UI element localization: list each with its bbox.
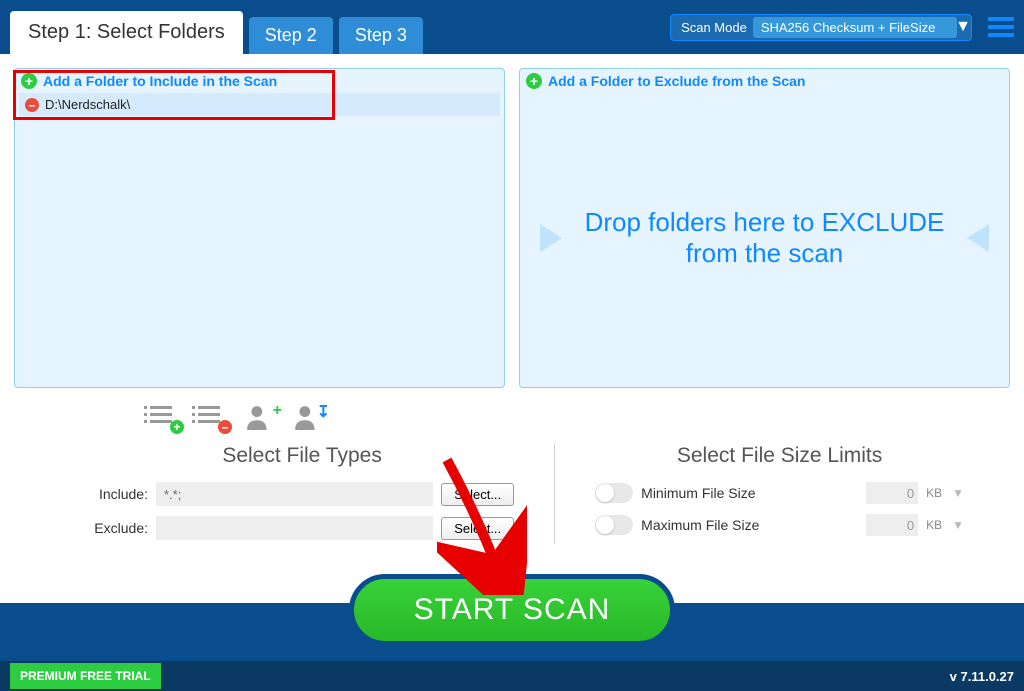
add-exclude-folder[interactable]: + Add a Folder to Exclude from the Scan	[520, 69, 1009, 93]
add-include-folder[interactable]: + Add a Folder to Include in the Scan	[15, 69, 504, 93]
drop-message: Drop folders here to EXCLUDE from the sc…	[572, 207, 957, 269]
max-size-unit: KB	[926, 518, 944, 532]
scan-mode-label: Scan Mode	[681, 20, 747, 35]
arrow-right-icon	[540, 224, 562, 252]
footer: PREMIUM FREE TRIAL v 7.11.0.27	[0, 661, 1024, 691]
topbar-right: Scan Mode SHA256 Checksum + FileSize ▲▼	[670, 14, 1014, 41]
start-scan-wrap: START SCAN	[0, 574, 1024, 646]
exclude-panel: + Add a Folder to Exclude from the Scan …	[519, 68, 1010, 388]
drop-zone[interactable]: Drop folders here to EXCLUDE from the sc…	[520, 93, 1009, 383]
file-size-section: Select File Size Limits Minimum File Siz…	[595, 444, 964, 550]
user-add-icon[interactable]: +	[246, 404, 276, 430]
separator	[554, 444, 555, 544]
user-import-icon[interactable]: ↧	[294, 404, 324, 430]
version-label: v 7.11.0.27	[950, 669, 1014, 684]
scan-mode-select[interactable]: SHA256 Checksum + FileSize	[753, 17, 958, 38]
min-size-label: Minimum File Size	[641, 485, 858, 501]
tab-step3[interactable]: Step 3	[339, 17, 423, 54]
exclude-label: Exclude:	[90, 520, 148, 536]
tab-step1[interactable]: Step 1: Select Folders	[10, 11, 243, 54]
start-scan-button[interactable]: START SCAN	[349, 574, 676, 646]
include-label: Include:	[90, 486, 148, 502]
tabs: Step 1: Select Folders Step 2 Step 3	[10, 0, 423, 54]
scan-mode[interactable]: Scan Mode SHA256 Checksum + FileSize ▲▼	[670, 14, 972, 41]
toolbar: + – + ↧	[0, 404, 1024, 430]
minus-icon[interactable]: –	[25, 98, 39, 112]
min-size-input[interactable]	[866, 482, 918, 504]
file-types-title: Select File Types	[90, 444, 514, 468]
topbar: Step 1: Select Folders Step 2 Step 3 Sca…	[0, 0, 1024, 54]
min-size-unit: KB	[926, 486, 944, 500]
menu-icon[interactable]	[988, 17, 1014, 37]
file-size-title: Select File Size Limits	[595, 444, 964, 468]
include-select-button[interactable]: Select...	[441, 483, 514, 506]
arrow-left-icon	[967, 224, 989, 252]
max-size-label: Maximum File Size	[641, 517, 858, 533]
plus-icon: +	[21, 73, 37, 89]
chevron-down-icon[interactable]: ▼	[952, 518, 964, 532]
main: + Add a Folder to Include in the Scan – …	[0, 54, 1024, 402]
folder-path: D:\Nerdschalk\	[45, 97, 130, 112]
list-remove-icon[interactable]: –	[198, 404, 228, 430]
folder-row[interactable]: – D:\Nerdschalk\	[19, 93, 500, 116]
min-size-toggle[interactable]	[595, 483, 633, 503]
plus-icon: +	[526, 73, 542, 89]
chevron-down-icon[interactable]: ▼	[952, 486, 964, 500]
include-input[interactable]	[156, 482, 433, 506]
add-include-label: Add a Folder to Include in the Scan	[43, 73, 277, 89]
file-types-section: Select File Types Include: Select... Exc…	[90, 444, 514, 550]
trial-badge[interactable]: PREMIUM FREE TRIAL	[10, 663, 161, 689]
max-size-input[interactable]	[866, 514, 918, 536]
add-exclude-label: Add a Folder to Exclude from the Scan	[548, 73, 805, 89]
max-size-toggle[interactable]	[595, 515, 633, 535]
tab-step2[interactable]: Step 2	[249, 17, 333, 54]
exclude-input[interactable]	[156, 516, 433, 540]
list-add-icon[interactable]: +	[150, 404, 180, 430]
exclude-select-button[interactable]: Select...	[441, 517, 514, 540]
filters: Select File Types Include: Select... Exc…	[0, 444, 1024, 550]
include-panel: + Add a Folder to Include in the Scan – …	[14, 68, 505, 388]
